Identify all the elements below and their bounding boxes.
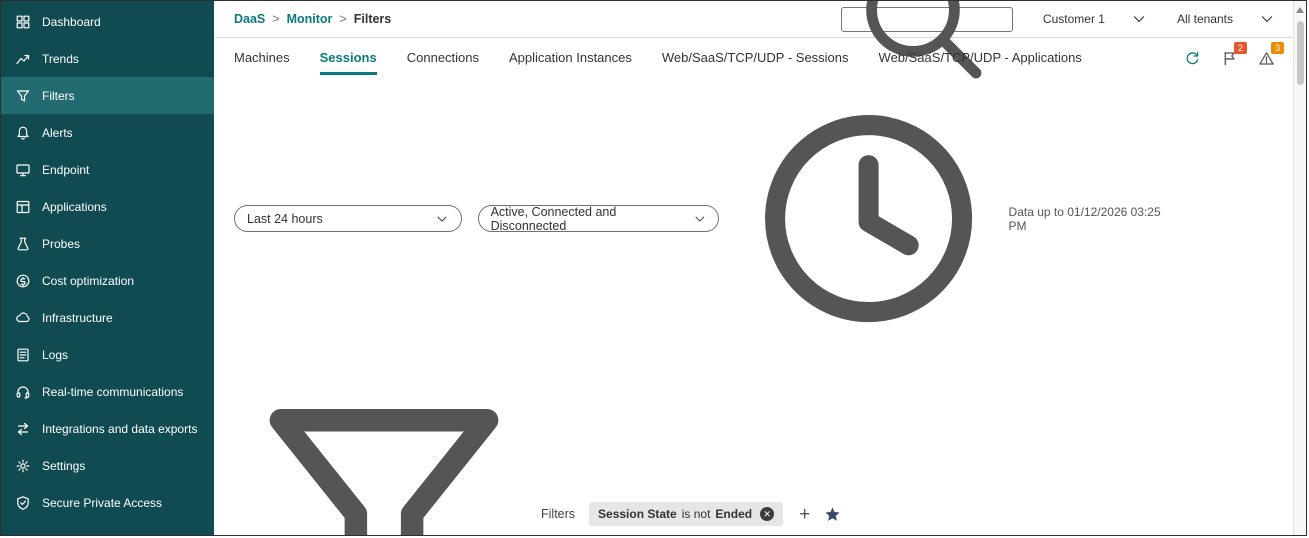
time-range-select[interactable]: Last 24 hours bbox=[234, 205, 462, 232]
breadcrumb-separator: > bbox=[272, 12, 279, 26]
cost-optimization-icon bbox=[15, 273, 31, 289]
session-state-value: Active, Connected and Disconnected bbox=[491, 205, 693, 233]
clock-icon bbox=[735, 85, 1002, 352]
session-state-select[interactable]: Active, Connected and Disconnected bbox=[478, 205, 720, 232]
scroll-up-arrow[interactable] bbox=[1296, 7, 1304, 13]
sidebar-item-label: Integrations and data exports bbox=[42, 422, 197, 436]
topbar-right: Customer 1 All tenants bbox=[841, 7, 1275, 32]
add-filter-button[interactable]: + bbox=[799, 505, 810, 524]
integrations-icon bbox=[15, 421, 31, 437]
chevron-down-icon bbox=[435, 212, 449, 226]
sidebar-item-trends[interactable]: Trends bbox=[1, 40, 214, 77]
logs-icon bbox=[15, 347, 31, 363]
endpoint-icon bbox=[15, 162, 31, 178]
tab-web-saas-tcp-udp-sessions[interactable]: Web/SaaS/TCP/UDP - Sessions bbox=[662, 50, 849, 75]
sidebar-item-probes[interactable]: Probes bbox=[1, 225, 214, 262]
tab-bar: Machines Sessions Connections Application I… bbox=[214, 38, 1293, 75]
vertical-scrollbar[interactable] bbox=[1293, 1, 1306, 535]
filters-text: Filters bbox=[541, 507, 575, 521]
data-up-to-text: Data up to 01/12/2026 03:25 PM bbox=[1009, 205, 1163, 233]
controls-row: Last 24 hours Active, Connected and Disc… bbox=[214, 75, 1293, 352]
sidebar-item-integrations-and-data-exports[interactable]: Integrations and data exports bbox=[1, 410, 214, 447]
data-freshness: Data up to 01/12/2026 03:25 PM bbox=[735, 85, 1163, 352]
probes-icon bbox=[15, 236, 31, 252]
dashboard-icon bbox=[15, 14, 31, 30]
tenant-label: All tenants bbox=[1177, 12, 1233, 26]
chip-operator: is not bbox=[682, 507, 711, 521]
tabs: Machines Sessions Connections Application I… bbox=[234, 50, 1082, 75]
breadcrumb-separator: > bbox=[339, 12, 346, 26]
customer-label: Customer 1 bbox=[1043, 12, 1105, 26]
scrollbar-thumb[interactable] bbox=[1297, 21, 1304, 85]
sidebar-item-filters[interactable]: Filters bbox=[1, 77, 214, 114]
breadcrumb-daas[interactable]: DaaS bbox=[234, 12, 265, 26]
applications-icon bbox=[15, 199, 31, 215]
sidebar-item-dashboard[interactable]: Dashboard bbox=[1, 3, 214, 40]
realtime-communications-icon bbox=[15, 384, 31, 400]
tab-sessions[interactable]: Sessions bbox=[320, 50, 377, 75]
sidebar-item-label: Probes bbox=[42, 237, 80, 251]
chevron-down-icon bbox=[1131, 11, 1147, 27]
sidebar-item-endpoint[interactable]: Endpoint bbox=[1, 151, 214, 188]
funnel-icon bbox=[234, 364, 534, 535]
sidebar-item-label: Logs bbox=[42, 348, 68, 362]
sidebar-item-label: Trends bbox=[42, 52, 79, 66]
sidebar-item-label: Endpoint bbox=[42, 163, 89, 177]
sidebar-item-label: Secure Private Access bbox=[42, 496, 162, 510]
notification-badge: 3 bbox=[1271, 42, 1284, 54]
sidebar-item-alerts[interactable]: Alerts bbox=[1, 114, 214, 151]
chip-value: Ended bbox=[715, 507, 752, 521]
tab-application-instances[interactable]: Application Instances bbox=[509, 50, 632, 75]
notification-icons: 23 bbox=[1184, 50, 1275, 75]
sidebar-item-applications[interactable]: Applications bbox=[1, 188, 214, 225]
tenant-selector[interactable]: All tenants bbox=[1177, 11, 1275, 27]
chevron-down-icon bbox=[1259, 11, 1275, 27]
sidebar-item-label: Applications bbox=[42, 200, 107, 214]
breadcrumb-monitor[interactable]: Monitor bbox=[287, 12, 333, 26]
sidebar-item-real-time-communications[interactable]: Real-time communications bbox=[1, 373, 214, 410]
main-area: DaaS > Monitor > Filters Customer 1 All tena… bbox=[214, 1, 1306, 535]
filters-row: Filters Session State is not Ended ✕ + bbox=[214, 352, 1293, 535]
sidebar-item-label: Alerts bbox=[42, 126, 73, 140]
notification-badge: 2 bbox=[1234, 42, 1247, 54]
tab-web-saas-tcp-udp-applications[interactable]: Web/SaaS/TCP/UDP - Applications bbox=[879, 50, 1082, 75]
trends-icon bbox=[15, 51, 31, 67]
sidebar-item-secure-private-access[interactable]: Secure Private Access bbox=[1, 484, 214, 521]
filter-chip[interactable]: Session State is not Ended ✕ bbox=[589, 502, 783, 526]
app-window: Dashboard Trends Filters Alerts Endpoint Appl… bbox=[0, 0, 1307, 536]
favorite-star-icon[interactable] bbox=[824, 506, 841, 523]
filters-label: Filters bbox=[234, 364, 575, 535]
topbar: DaaS > Monitor > Filters Customer 1 All tena… bbox=[214, 1, 1293, 38]
close-icon[interactable]: ✕ bbox=[760, 507, 774, 521]
time-range-value: Last 24 hours bbox=[247, 212, 323, 226]
search-box[interactable] bbox=[841, 7, 1013, 32]
breadcrumb: DaaS > Monitor > Filters bbox=[234, 12, 391, 26]
settings-icon bbox=[15, 458, 31, 474]
warning-icon[interactable]: 3 bbox=[1258, 50, 1275, 67]
sidebar-item-label: Settings bbox=[42, 459, 85, 473]
sidebar-item-label: Dashboard bbox=[42, 15, 101, 29]
chip-field: Session State bbox=[598, 507, 677, 521]
sidebar-item-infrastructure[interactable]: Infrastructure bbox=[1, 299, 214, 336]
sidebar-item-logs[interactable]: Logs bbox=[1, 336, 214, 373]
sidebar-item-settings[interactable]: Settings bbox=[1, 447, 214, 484]
refresh-icon[interactable] bbox=[1184, 50, 1201, 67]
sidebar-item-label: Filters bbox=[42, 89, 75, 103]
tab-machines[interactable]: Machines bbox=[234, 50, 290, 75]
chevron-down-icon bbox=[693, 212, 707, 226]
sidebar-item-cost-optimization[interactable]: Cost optimization bbox=[1, 262, 214, 299]
infrastructure-icon bbox=[15, 310, 31, 326]
filters-icon bbox=[15, 88, 31, 104]
sidebar-item-label: Cost optimization bbox=[42, 274, 134, 288]
alerts-icon bbox=[15, 125, 31, 141]
sidebar: Dashboard Trends Filters Alerts Endpoint Appl… bbox=[1, 1, 214, 535]
tab-connections[interactable]: Connections bbox=[407, 50, 479, 75]
customer-selector[interactable]: Customer 1 bbox=[1043, 11, 1147, 27]
secure-private-access-icon bbox=[15, 495, 31, 511]
flag-icon[interactable]: 2 bbox=[1221, 50, 1238, 67]
search-input[interactable] bbox=[1000, 11, 1004, 27]
sidebar-item-label: Infrastructure bbox=[42, 311, 113, 325]
breadcrumb-filters: Filters bbox=[354, 12, 392, 26]
sidebar-item-label: Real-time communications bbox=[42, 385, 183, 399]
